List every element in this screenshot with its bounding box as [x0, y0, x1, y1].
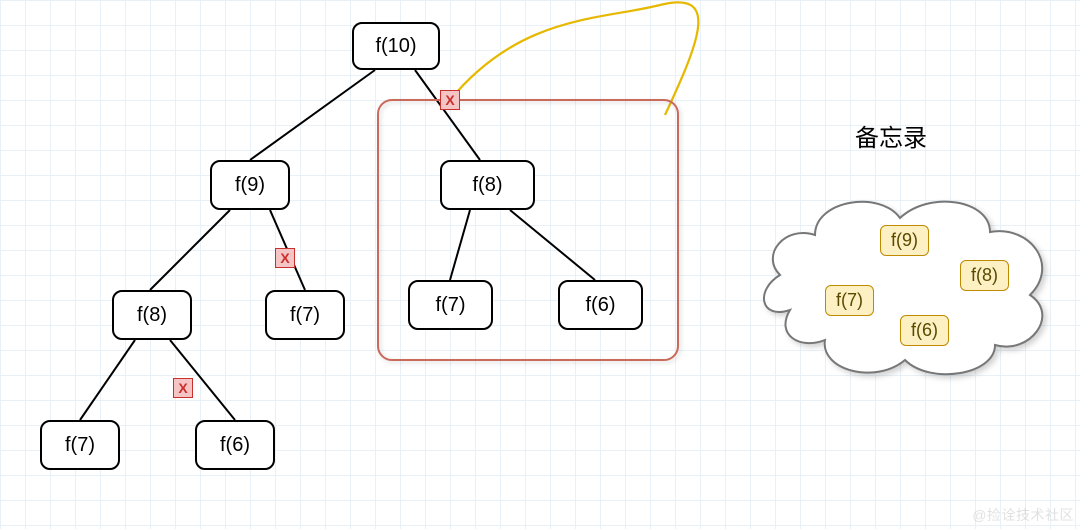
- prune-marker-icon: X: [173, 378, 193, 398]
- node-f8-right: f(8): [440, 160, 535, 210]
- node-f6-bottomright: f(6): [195, 420, 275, 470]
- node-f10: f(10): [352, 22, 440, 70]
- node-f8-left: f(8): [112, 290, 192, 340]
- memo-title: 备忘录: [855, 118, 927, 153]
- node-f6-rightsub: f(6): [558, 280, 643, 330]
- prune-marker-icon: X: [440, 90, 460, 110]
- node-f9-left: f(9): [210, 160, 290, 210]
- memo-chip-f7: f(7): [825, 285, 874, 316]
- node-f7-rightsub: f(7): [408, 280, 493, 330]
- memo-chip-f8: f(8): [960, 260, 1009, 291]
- prune-marker-icon: X: [275, 248, 295, 268]
- memo-chip-f9: f(9): [880, 225, 929, 256]
- node-f7-mid: f(7): [265, 290, 345, 340]
- watermark: @捡诠技术社区: [972, 505, 1074, 525]
- memo-chip-f6: f(6): [900, 315, 949, 346]
- diagram-svg: [0, 0, 1080, 529]
- node-f7-bottomleft: f(7): [40, 420, 120, 470]
